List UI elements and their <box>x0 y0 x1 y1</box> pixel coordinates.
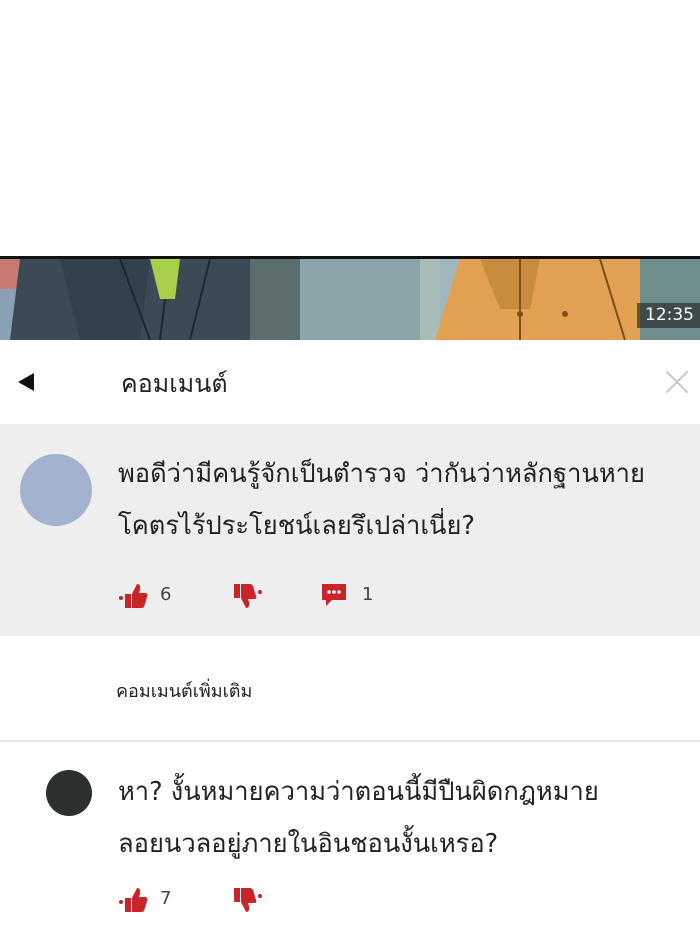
blank-panel <box>0 0 700 256</box>
comment-text: หา? งั้นหมายความว่าตอนนี้มีปืนผิดกฎหมายล… <box>118 777 599 859</box>
comic-scene-strip: 12:35 <box>0 256 700 340</box>
avatar[interactable] <box>20 454 92 526</box>
thumbs-down-icon <box>234 888 262 912</box>
thumbs-down-icon <box>234 584 262 608</box>
back-arrow-icon[interactable] <box>14 368 42 396</box>
page-title: คอมเมนต์ <box>121 369 228 398</box>
reply-count: 1 <box>362 584 374 605</box>
thumbs-up-icon <box>119 584 148 608</box>
like-count: 6 <box>160 584 172 605</box>
like-count: 7 <box>160 888 172 909</box>
comment-bubble-icon <box>322 584 346 606</box>
comments-header: คอมเมนต์ <box>0 340 700 424</box>
thumbs-up-icon <box>119 888 148 912</box>
comment-item: พอดีว่ามีคนรู้จักเป็นตำรวจ ว่ากันว่าหลัก… <box>0 424 700 636</box>
comment-text: พอดีว่ามีคนรู้จักเป็นตำรวจ ว่ากันว่าหลัก… <box>118 459 645 541</box>
close-icon[interactable] <box>662 366 692 396</box>
timestamp-label: 12:35 <box>637 303 700 328</box>
more-comments-link[interactable]: คอมเมนต์เพิ่มเติม <box>116 676 252 705</box>
comment-item: หา? งั้นหมายความว่าตอนนี้มีปืนผิดกฎหมายล… <box>0 740 700 946</box>
avatar[interactable] <box>46 770 92 816</box>
